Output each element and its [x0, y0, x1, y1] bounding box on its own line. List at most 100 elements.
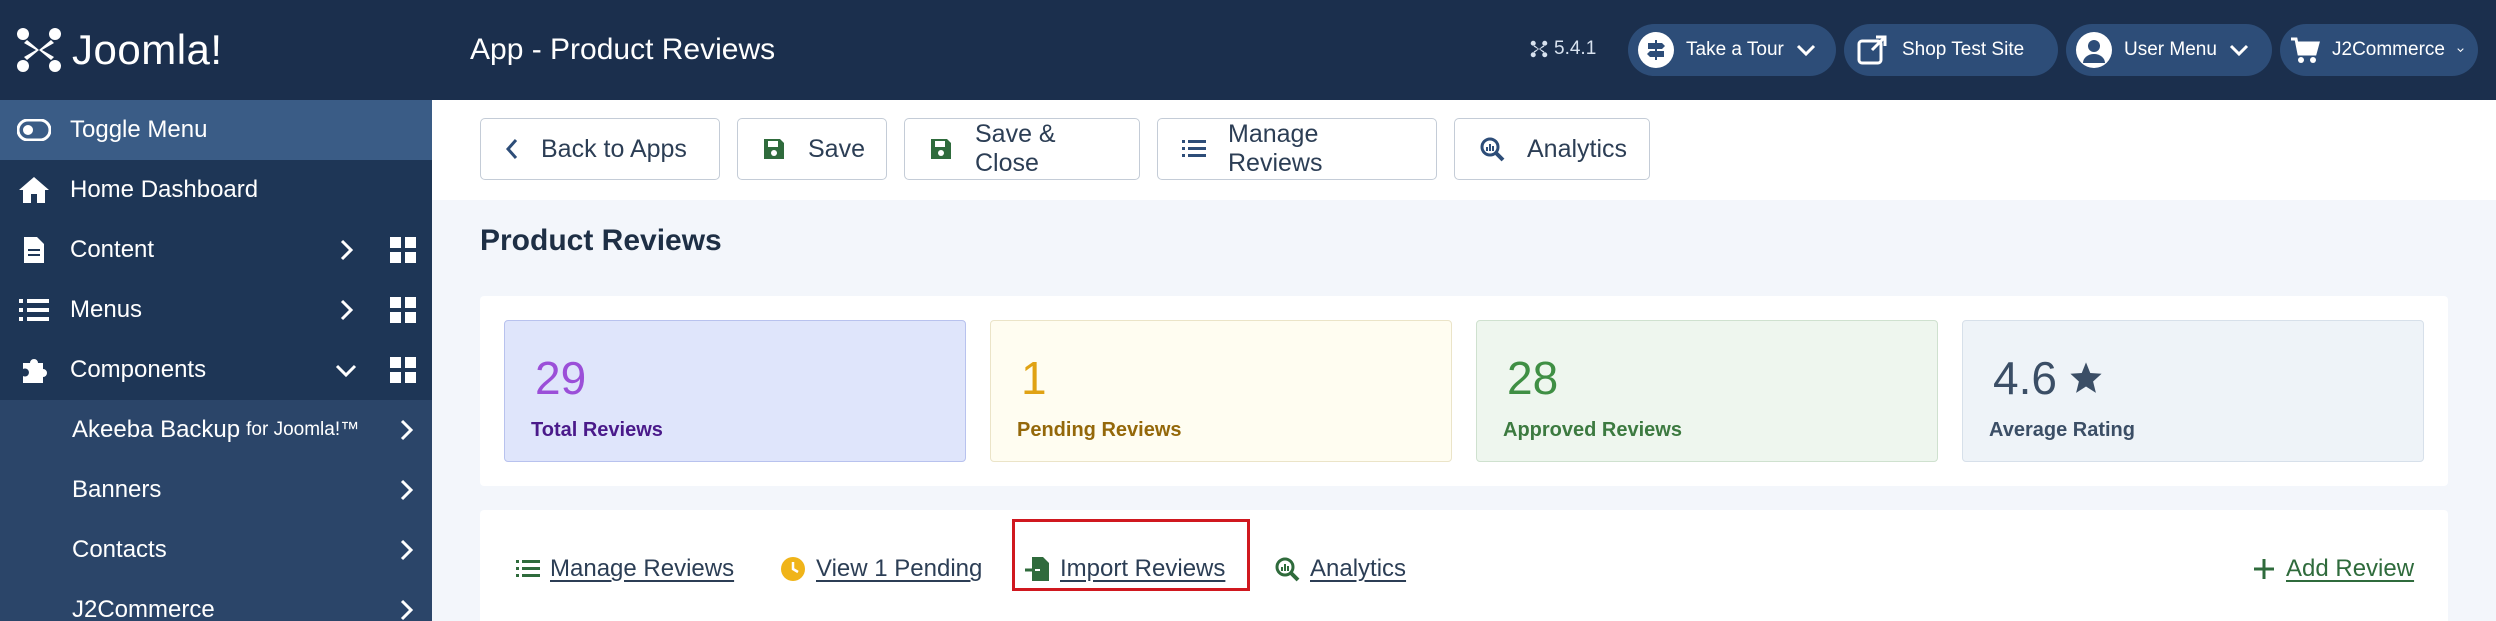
chevron-down-icon[interactable] — [334, 358, 358, 382]
dashboard-grid-icon[interactable] — [390, 237, 416, 263]
sidebar-subitem-akeeba[interactable]: Akeeba Backup for Joomla!™ — [0, 400, 432, 460]
chevron-right-icon[interactable] — [394, 478, 418, 502]
dashboard-grid-icon[interactable] — [390, 297, 416, 323]
stat-value: 28 — [1507, 352, 1559, 404]
puzzle-icon — [16, 352, 52, 388]
manage-reviews-link-label: Manage Reviews — [550, 555, 735, 582]
chevron-left-icon — [505, 137, 519, 161]
user-menu-button[interactable]: User Menu — [2066, 24, 2272, 76]
sidebar-subitem-banners[interactable]: Banners — [0, 460, 432, 520]
chevron-right-icon[interactable] — [394, 418, 418, 442]
save-button[interactable]: Save — [737, 118, 887, 180]
view-pending-link[interactable]: View 1 Pending — [780, 542, 982, 596]
cart-icon — [2290, 32, 2320, 68]
sidebar-subitem-j2commerce[interactable]: J2Commerce — [0, 580, 432, 621]
save-close-label: Save & Close — [975, 120, 1056, 177]
section-title: Product Reviews — [480, 224, 722, 257]
sidebar-item-content[interactable]: Content — [0, 220, 432, 280]
analytics-link[interactable]: Analytics — [1274, 542, 1406, 596]
chevron-right-icon[interactable] — [394, 598, 418, 621]
sidebar-subitem-contacts[interactable]: Contacts — [0, 520, 432, 580]
stat-card-approved: 28 Approved Reviews — [1476, 320, 1938, 462]
chevron-down-icon — [2229, 44, 2248, 57]
external-link-icon — [1854, 32, 1890, 68]
stat-label: Approved Reviews — [1503, 419, 1682, 441]
add-review-link[interactable]: Add Review — [2252, 542, 2414, 596]
save-label: Save — [808, 134, 865, 163]
sidebar-item-label: Content — [70, 236, 155, 263]
stat-label: Average Rating — [1989, 419, 2135, 441]
back-to-apps-button[interactable]: Back to Apps — [480, 118, 720, 180]
stats-panel: 29 Total Reviews 1 Pending Reviews 28 Ap… — [480, 296, 2448, 486]
links-panel: Manage Reviews View 1 Pending Import Rev… — [480, 510, 2448, 621]
toolbar: Back to Apps Save Save & Close Manage Re… — [432, 100, 2496, 200]
sidebar-item-home[interactable]: Home Dashboard — [0, 160, 432, 220]
chevron-right-icon[interactable] — [334, 298, 358, 322]
sidebar-item-components[interactable]: Components — [0, 340, 432, 400]
take-a-tour-label: Take a Tour — [1686, 39, 1784, 60]
brand-name: Joomla! — [72, 26, 223, 73]
shop-test-site-label: Shop Test Site — [1902, 39, 2025, 60]
list-icon — [516, 558, 540, 580]
header: App - Product Reviews 5.4.1 Take a Tour … — [432, 0, 2496, 100]
home-icon — [16, 172, 52, 208]
plus-icon — [2252, 557, 2276, 581]
sidebar-subitem-label: Banners — [72, 476, 162, 503]
sidebar-subitem-suffix: for Joomla!™ — [246, 419, 360, 440]
add-review-link-label: Add Review — [2286, 555, 2415, 582]
search-chart-icon — [1274, 556, 1300, 582]
chevron-down-icon — [1796, 44, 1815, 57]
j2commerce-button[interactable]: J2Commerce — [2280, 24, 2478, 76]
user-icon — [2076, 32, 2112, 68]
highlight-box — [1012, 519, 1250, 591]
clock-icon — [780, 556, 806, 582]
sidebar-item-label: Components — [70, 356, 207, 383]
sidebar-item-menus[interactable]: Menus — [0, 280, 432, 340]
take-a-tour-button[interactable]: Take a Tour — [1628, 24, 1836, 76]
back-to-apps-label: Back to Apps — [541, 134, 687, 163]
chevron-right-icon[interactable] — [334, 238, 358, 262]
star-icon — [2070, 362, 2102, 393]
manage-reviews-label: Manage Reviews — [1228, 120, 1323, 177]
shop-test-site-button[interactable]: Shop Test Site — [1844, 24, 2058, 76]
dashboard-grid-icon[interactable] — [390, 357, 416, 383]
save-close-button[interactable]: Save & Close — [904, 118, 1140, 180]
brand[interactable]: Joomla! — [0, 0, 432, 100]
save-icon — [762, 137, 786, 161]
joomla-small-icon — [1530, 40, 1548, 58]
stat-value: 4.6 — [1993, 352, 2057, 404]
analytics-link-label: Analytics — [1310, 555, 1407, 582]
stat-card-rating: 4.6 Average Rating — [1962, 320, 2424, 462]
chevron-right-icon[interactable] — [394, 538, 418, 562]
joomla-logo-icon — [17, 28, 61, 72]
sidebar-item-label: Menus — [70, 296, 143, 323]
stat-value: 29 — [535, 352, 587, 404]
list-icon — [1182, 138, 1206, 160]
stat-value: 1 — [1021, 352, 1047, 404]
user-menu-label: User Menu — [2124, 39, 2217, 60]
manage-reviews-link[interactable]: Manage Reviews — [516, 542, 734, 596]
signpost-icon — [1638, 32, 1674, 68]
page-title: App - Product Reviews — [470, 33, 776, 66]
version-label: 5.4.1 — [1530, 38, 1596, 60]
version-text: 5.4.1 — [1554, 38, 1597, 59]
view-pending-link-label: View 1 Pending — [816, 555, 983, 582]
analytics-button[interactable]: Analytics — [1454, 118, 1650, 180]
stat-label: Pending Reviews — [1017, 419, 1182, 441]
sidebar: Joomla! Toggle Menu Home Dashboard Conte… — [0, 0, 432, 621]
list-icon — [16, 292, 52, 328]
toggle-menu-label: Toggle Menu — [70, 116, 208, 143]
toggle-menu[interactable]: Toggle Menu — [0, 100, 432, 160]
sidebar-subitem-label: Akeeba Backup — [72, 416, 241, 443]
sidebar-item-label: Home Dashboard — [70, 176, 259, 203]
save-icon — [929, 137, 953, 161]
file-icon — [16, 232, 52, 268]
stat-card-total: 29 Total Reviews — [504, 320, 966, 462]
stat-label: Total Reviews — [531, 419, 663, 441]
manage-reviews-button[interactable]: Manage Reviews — [1157, 118, 1437, 180]
stat-value-row: 4.6 — [1993, 351, 2103, 405]
sidebar-subitem-label: Contacts — [72, 536, 167, 563]
stat-card-pending: 1 Pending Reviews — [990, 320, 1452, 462]
sidebar-subitem-label: J2Commerce — [72, 596, 215, 621]
toggle-icon — [16, 112, 52, 148]
